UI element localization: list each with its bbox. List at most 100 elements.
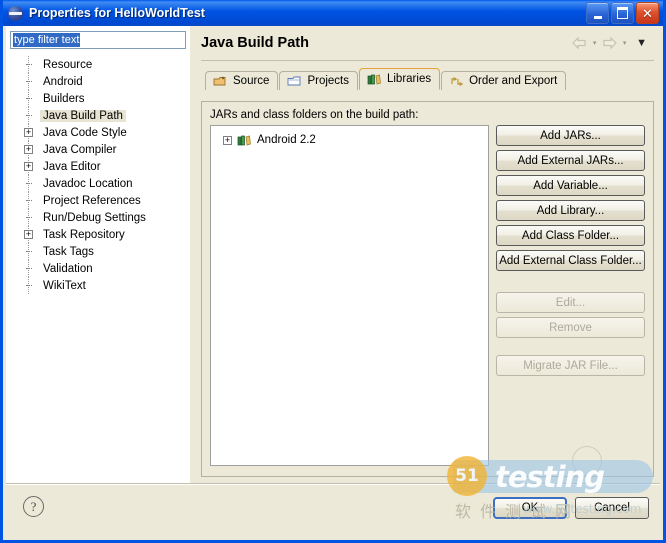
tab-source[interactable]: Source [205,71,279,90]
forward-dropdown-caret-icon[interactable]: ▾ [620,38,629,48]
tab-label: Libraries [386,73,432,85]
sidebar-item-java-editor[interactable]: + Java Editor [14,158,186,175]
library-books-icon [237,134,252,147]
sidebar-item-label: Android [43,75,83,88]
properties-dialog: Properties for HelloWorldTest ✕ type fil… [0,0,666,543]
list-item[interactable]: + Android 2.2 [215,132,484,148]
sidebar-item-task-repository[interactable]: + Task Repository [14,226,186,243]
cancel-button[interactable]: Cancel [575,497,649,519]
tab-label: Projects [307,75,349,87]
ok-button[interactable]: OK [493,497,567,519]
eclipse-globe-icon [8,5,23,21]
tree-branch-line [26,268,32,270]
question-mark-help-icon[interactable]: ? [23,496,44,517]
sidebar-item-label: Javadoc Location [43,177,133,190]
sidebar-item-label: Java Compiler [43,143,117,156]
tree-branch-line [26,251,32,253]
filter-input[interactable]: type filter text [10,31,186,49]
sidebar-item-validation[interactable]: Validation [14,260,186,277]
tree-branch-line [26,81,32,83]
sidebar-item-task-tags[interactable]: Task Tags [14,243,186,260]
libraries-books-icon [367,73,382,86]
panel-label: JARs and class folders on the build path… [210,109,419,121]
add-external-class-folder-button[interactable]: Add External Class Folder... [496,250,645,271]
sidebar-item-builders[interactable]: Builders [14,90,186,107]
page-header: Java Build Path ▾ ▾ ▼ [201,26,654,60]
tab-libraries[interactable]: Libraries [358,68,441,90]
sidebar-item-javadoc-location[interactable]: Javadoc Location [14,175,186,192]
edit-button: Edit... [496,292,645,313]
close-icon: ✕ [642,5,653,21]
sidebar-item-label: Java Editor [43,160,101,173]
add-class-folder-button[interactable]: Add Class Folder... [496,225,645,246]
page-menu-caret-icon[interactable]: ▼ [631,37,650,49]
migrate-jar-file-button: Migrate JAR File... [496,355,645,376]
content-row: type filter text Resource Android Builders… [6,26,660,485]
add-external-jars-button[interactable]: Add External JARs... [496,150,645,171]
libraries-tab-panel: JARs and class folders on the build path… [201,101,654,477]
minimize-button[interactable] [586,2,609,24]
tree-branch-line [26,98,32,100]
tree-branch-line [26,183,32,185]
add-library-button[interactable]: Add Library... [496,200,645,221]
expand-plus-icon[interactable]: + [24,128,33,137]
expand-plus-icon[interactable]: + [24,230,33,239]
sidebar-item-label: Validation [43,262,93,275]
settings-page: Java Build Path ▾ ▾ ▼ Source Projects Li… [191,26,660,485]
source-folder-icon [213,75,228,88]
sidebar-item-resource[interactable]: Resource [14,56,186,73]
build-path-list[interactable]: + Android 2.2 [210,125,489,466]
settings-tree: Resource Android Builders Java Build Path + J… [10,56,186,485]
window-controls: ✕ [586,2,661,24]
panel-body: + Android 2.2 Add JARs... Add External JAR… [210,125,645,466]
sidebar-item-label: WikiText [43,279,86,292]
sidebar-item-run-debug-settings[interactable]: Run/Debug Settings [14,209,186,226]
sidebar-item-java-compiler[interactable]: + Java Compiler [14,141,186,158]
sidebar-item-android[interactable]: Android [14,73,186,90]
expand-plus-icon[interactable]: + [223,135,232,145]
sidebar-item-label: Builders [43,92,85,105]
filter-input-value: type filter text [13,33,81,47]
page-title: Java Build Path [201,35,309,51]
sidebar-item-java-build-path[interactable]: Java Build Path [14,107,186,124]
forward-arrow-icon[interactable] [601,36,618,50]
sidebar-item-label: Task Repository [43,228,125,241]
tab-bar: Source Projects Libraries Order and Export [205,68,654,90]
window-title: Properties for HelloWorldTest [29,6,205,20]
tree-branch-line [26,217,32,219]
dialog-body: type filter text Resource Android Builders… [6,26,660,537]
title-bar: Properties for HelloWorldTest ✕ [3,0,663,26]
expand-plus-icon[interactable]: + [24,145,33,154]
tree-branch-line [26,285,32,287]
back-arrow-icon[interactable] [571,36,588,50]
sidebar-item-project-references[interactable]: Project References [14,192,186,209]
tree-branch-line [26,200,32,202]
sidebar-item-label: Project References [43,194,141,207]
add-jars-button[interactable]: Add JARs... [496,125,645,146]
footer-buttons: OK Cancel [493,497,649,519]
header-divider [201,60,654,61]
close-button[interactable]: ✕ [636,2,659,24]
back-dropdown-caret-icon[interactable]: ▾ [590,38,599,48]
sidebar-item-label: Resource [43,58,93,71]
maximize-button[interactable] [611,2,634,24]
sidebar-item-label: Java Code Style [43,126,127,139]
tree-branch-line [26,64,32,66]
sidebar-item-label: Run/Debug Settings [43,211,146,224]
tab-projects[interactable]: Projects [279,71,358,90]
sidebar-item-label: Task Tags [43,245,94,258]
tab-order-and-export[interactable]: Order and Export [441,71,567,90]
add-variable-button[interactable]: Add Variable... [496,175,645,196]
settings-sidebar: type filter text Resource Android Builders… [6,26,191,485]
title-bar-left: Properties for HelloWorldTest [8,5,586,21]
dialog-footer: ? OK Cancel [6,483,660,537]
list-item-label: Android 2.2 [257,134,316,146]
remove-button: Remove [496,317,645,338]
sidebar-item-wikitext[interactable]: WikiText [14,277,186,294]
tree-branch-line [26,115,32,117]
tab-label: Source [233,75,270,87]
sidebar-item-label: Java Build Path [40,109,126,122]
page-nav-icons: ▾ ▾ ▼ [571,36,654,50]
sidebar-item-java-code-style[interactable]: + Java Code Style [14,124,186,141]
expand-plus-icon[interactable]: + [24,162,33,171]
